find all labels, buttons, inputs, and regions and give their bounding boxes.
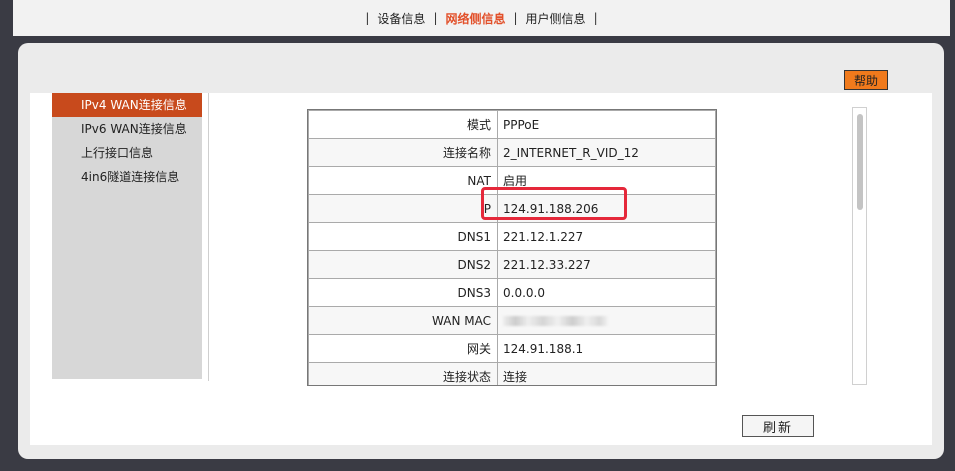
table-row: DNS1 221.12.1.227	[308, 222, 716, 251]
row-value-nat: 启用	[497, 166, 716, 195]
row-label-dns1: DNS1	[308, 222, 498, 251]
row-value-connection-name: 2_INTERNET_R_VID_12	[497, 138, 716, 167]
top-navigation: | 设备信息 | 网络侧信息 | 用户侧信息 |	[13, 0, 950, 36]
content-area: IPv4 WAN连接信息 IPv6 WAN连接信息 上行接口信息 4in6隧道连…	[30, 93, 932, 445]
table-row: DNS3 0.0.0.0	[308, 278, 716, 307]
table-row: 连接名称 2_INTERNET_R_VID_12	[308, 138, 716, 167]
scrollbar[interactable]	[852, 107, 867, 385]
table-row: 连接状态 连接	[308, 362, 716, 385]
nav-device-info[interactable]: 设备信息	[377, 10, 425, 27]
scrollbar-thumb[interactable]	[857, 114, 863, 210]
sidebar-item-4in6-tunnel[interactable]: 4in6隧道连接信息	[52, 165, 202, 189]
row-label-nat: NAT	[308, 166, 498, 195]
sidebar-item-ipv4-wan[interactable]: IPv4 WAN连接信息	[52, 93, 202, 117]
row-value-ip: 124.91.188.206	[497, 194, 716, 223]
row-label-ip: IP	[308, 194, 498, 223]
table-row: DNS2 221.12.33.227	[308, 250, 716, 279]
sidebar-item-ipv6-wan[interactable]: IPv6 WAN连接信息	[52, 117, 202, 141]
refresh-button[interactable]: 刷新	[742, 415, 814, 437]
nav-network-info[interactable]: 网络侧信息	[445, 10, 505, 27]
wan-info-table: 模式 PPPoE 连接名称 2_INTERNET_R_VID_12 NAT 启用…	[307, 109, 717, 386]
row-label-wan-mac: WAN MAC	[308, 306, 498, 335]
row-label-connection-name: 连接名称	[308, 138, 498, 167]
row-value-wan-mac	[497, 306, 716, 335]
row-label-mode: 模式	[308, 110, 498, 139]
divider	[208, 93, 209, 381]
table-row: NAT 启用	[308, 166, 716, 195]
table-row: 网关 124.91.188.1	[308, 334, 716, 363]
row-label-dns3: DNS3	[308, 278, 498, 307]
help-button[interactable]: 帮助	[844, 70, 888, 90]
row-label-connection-status: 连接状态	[308, 362, 498, 385]
main-panel: 帮助 IPv4 WAN连接信息 IPv6 WAN连接信息 上行接口信息 4in6…	[18, 43, 944, 459]
nav-separator: |	[433, 11, 438, 25]
row-value-dns3: 0.0.0.0	[497, 278, 716, 307]
table-row: 模式 PPPoE	[308, 110, 716, 139]
nav-separator: |	[593, 11, 598, 25]
redacted-mac-blur	[503, 316, 608, 326]
row-value-connection-status: 连接	[497, 362, 716, 385]
row-value-mode: PPPoE	[497, 110, 716, 139]
sidebar: IPv4 WAN连接信息 IPv6 WAN连接信息 上行接口信息 4in6隧道连…	[52, 93, 202, 379]
table-row: WAN MAC	[308, 306, 716, 335]
row-value-gateway: 124.91.188.1	[497, 334, 716, 363]
nav-separator: |	[513, 11, 518, 25]
row-label-gateway: 网关	[308, 334, 498, 363]
sidebar-item-uplink[interactable]: 上行接口信息	[52, 141, 202, 165]
row-label-dns2: DNS2	[308, 250, 498, 279]
row-value-dns1: 221.12.1.227	[497, 222, 716, 251]
nav-separator: |	[365, 11, 370, 25]
row-value-dns2: 221.12.33.227	[497, 250, 716, 279]
table-row: IP 124.91.188.206	[308, 194, 716, 223]
nav-user-info[interactable]: 用户侧信息	[526, 10, 586, 27]
